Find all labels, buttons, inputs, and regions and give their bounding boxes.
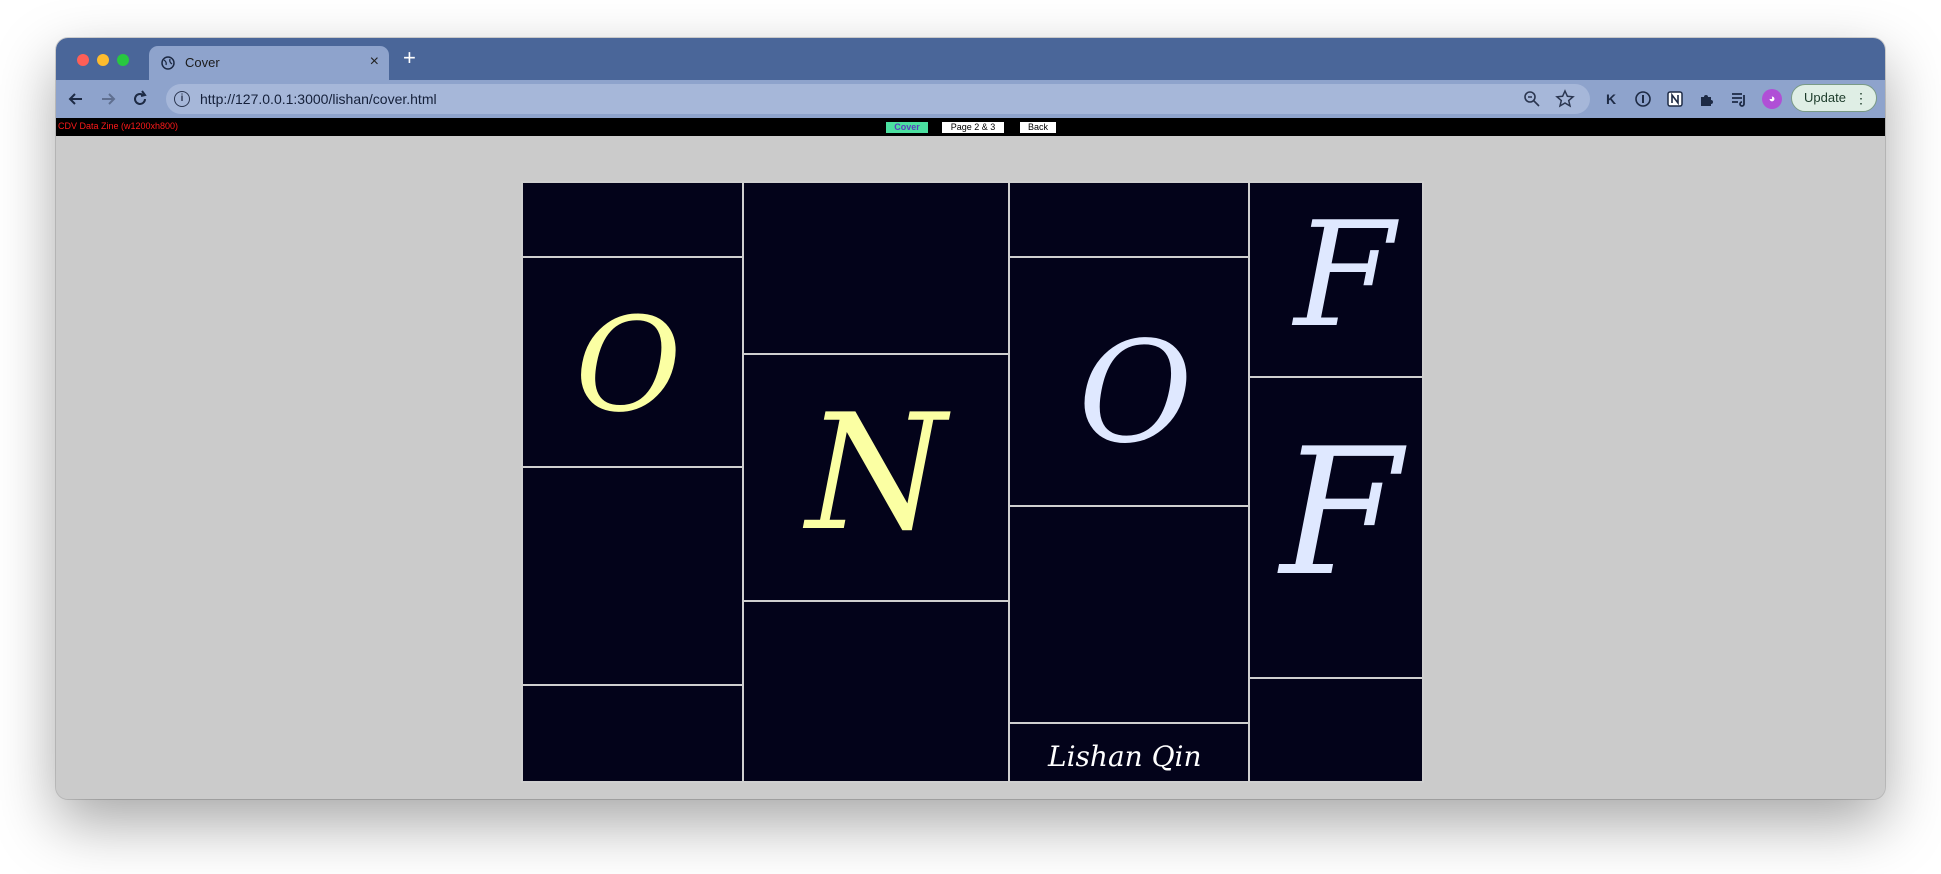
forward-icon[interactable] [98,89,118,109]
grid-cell [521,181,744,258]
tab-title: Cover [185,55,220,70]
globe-icon [161,56,175,70]
update-label: Update [1804,90,1846,105]
back-icon[interactable] [66,89,86,109]
reading-list-icon[interactable] [1729,89,1749,109]
letter-f-first: F [1294,191,1395,360]
cover-canvas: O N O Lishan Qin F F [521,181,1424,783]
maximize-window-icon[interactable] [117,54,129,66]
grid-cell [1008,505,1250,724]
letter-o-first: O [575,289,682,441]
grid-cell [742,600,1010,783]
k-extension-icon[interactable]: K [1601,89,1621,109]
grid-cell [742,181,1010,355]
browser-toolbar: i http://127.0.0.1:3000/lishan/cover.htm… [56,80,1885,118]
back-button[interactable]: Back [1020,122,1056,133]
tab-cover[interactable]: Cover × [149,46,389,80]
minimize-window-icon[interactable] [97,54,109,66]
reload-icon[interactable] [130,89,150,109]
artist-signature: Lishan Qin [1048,740,1202,773]
grid-cell [1008,181,1250,258]
letter-n: N [806,379,946,566]
tab-close-icon[interactable]: × [370,53,379,71]
close-window-icon[interactable] [77,54,89,66]
browser-menu-icon[interactable]: ⋮ [1854,85,1868,111]
star-icon[interactable] [1555,89,1575,109]
puzzle-extension-icon[interactable] [1697,89,1717,109]
grid-cell [521,684,744,783]
letter-f-second: F [1280,412,1402,615]
grid-cell-o2: O [1008,256,1250,507]
grid-cell-signature: Lishan Qin [1008,722,1250,783]
letter-o-second: O [1078,312,1193,475]
info-icon[interactable]: i [174,91,190,107]
update-button[interactable]: Update ⋮ [1791,84,1877,112]
grid-cell-n: N [742,353,1010,602]
profile-avatar-icon[interactable]: ◕ [1762,89,1782,109]
grid-cell [1248,677,1424,783]
password-icon[interactable] [1633,89,1653,109]
tab-strip: Cover × + [56,38,1885,80]
pages-2-3-button[interactable]: Page 2 & 3 [942,122,1004,133]
grid-cell-f1: F [1248,181,1424,378]
grid-cell-o1: O [521,256,744,468]
cover-button[interactable]: Cover [886,122,928,133]
address-bar[interactable]: i http://127.0.0.1:3000/lishan/cover.htm… [166,84,1590,114]
page-viewport: CDV Data Zine (w1200xh800) Cover Page 2 … [56,118,1885,799]
zoom-icon[interactable] [1522,89,1542,109]
url-text[interactable]: http://127.0.0.1:3000/lishan/cover.html [200,91,437,107]
zine-nav-bar: CDV Data Zine (w1200xh800) Cover Page 2 … [56,118,1885,136]
zine-title: CDV Data Zine (w1200xh800) [58,121,179,131]
browser-window: Cover × + i http://127.0.0.1:3000/lishan… [56,38,1885,799]
notion-icon[interactable] [1665,89,1685,109]
new-tab-button[interactable]: + [403,47,416,69]
grid-cell [521,466,744,686]
grid-cell-f2: F [1248,376,1424,679]
